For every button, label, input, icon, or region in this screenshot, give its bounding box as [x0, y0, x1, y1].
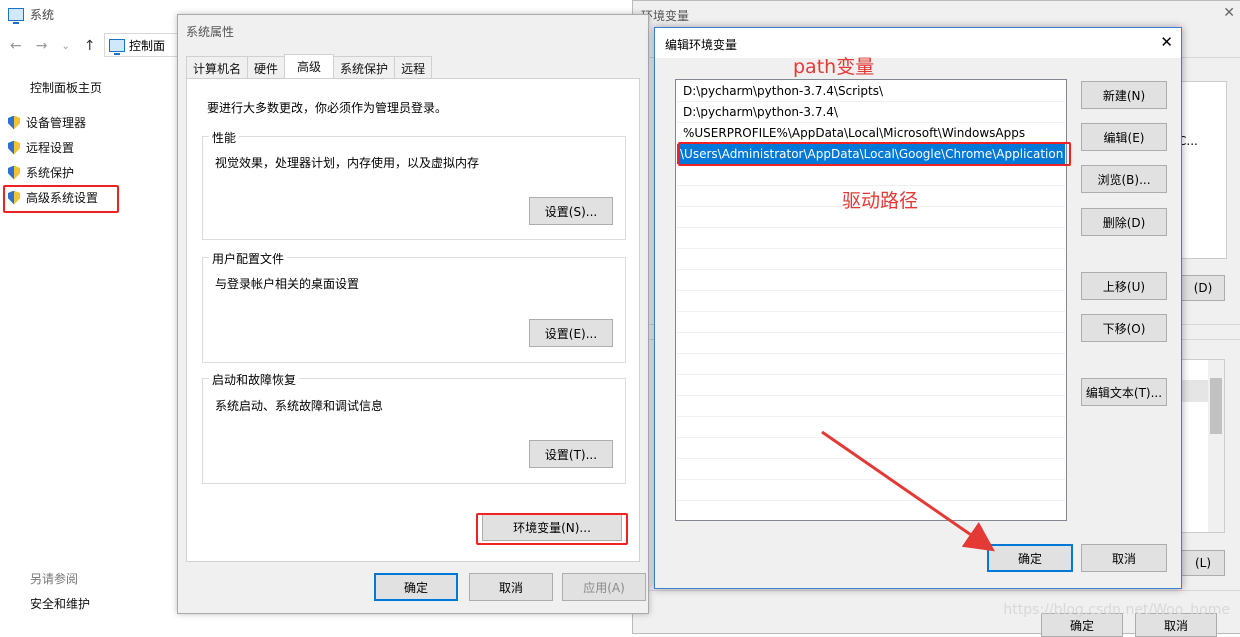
annotation-arrow — [821, 430, 995, 552]
watermark: https://blog.csdn.net/Woo_home — [1003, 602, 1230, 618]
